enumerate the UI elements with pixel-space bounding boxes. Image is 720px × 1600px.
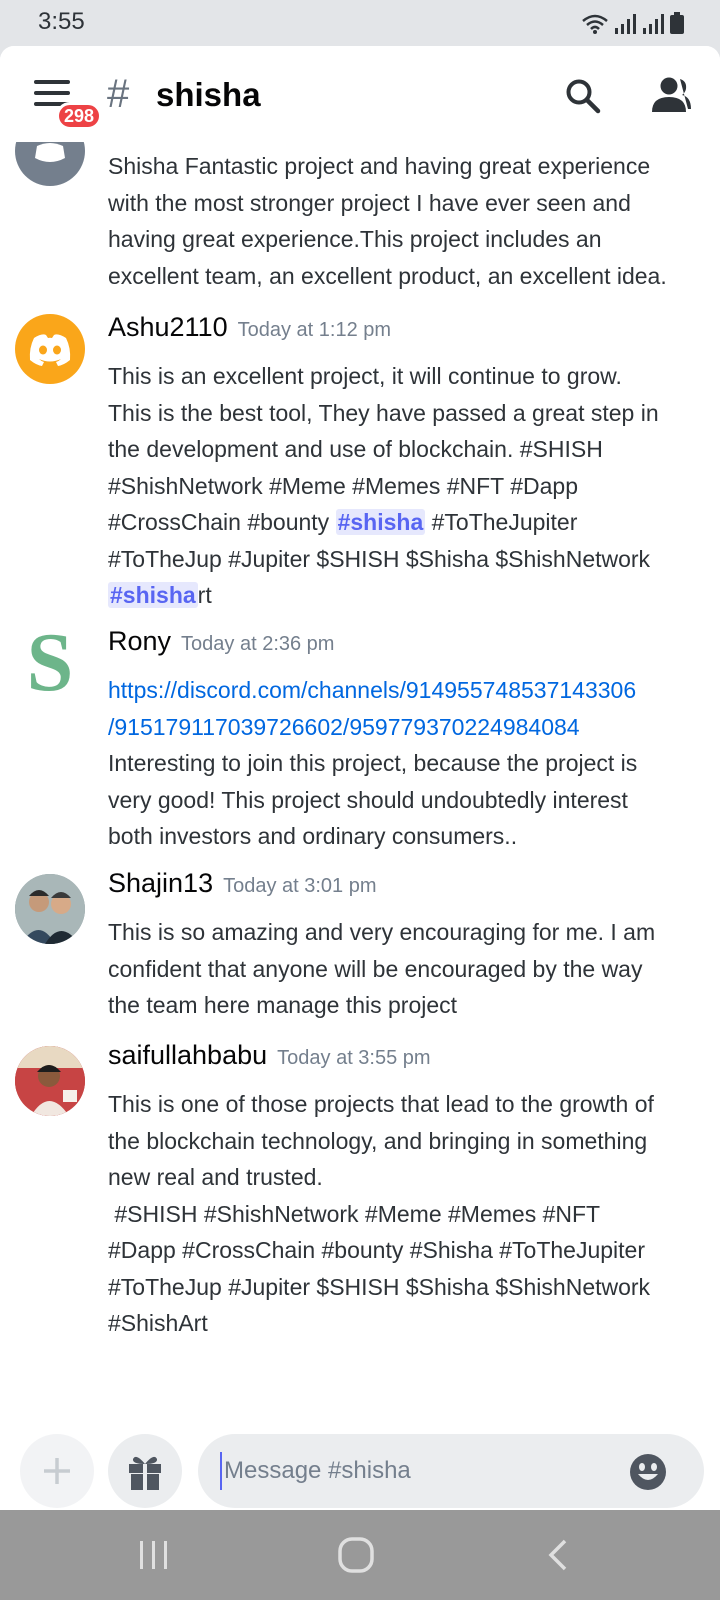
menu-bar <box>34 80 70 84</box>
plus-icon <box>44 1458 70 1484</box>
text-segment: #CrossChain #bounty <box>108 509 336 535</box>
status-icons <box>582 12 684 34</box>
message-body: Rony Today at 2:36 pm https://discord.com… <box>108 626 704 855</box>
message-line: #SHISH #ShishNetwork #Meme #Memes #NFT <box>108 1200 601 1227</box>
status-bar: 3:55 <box>0 0 720 46</box>
hashtag-mention[interactable]: #shisha <box>108 582 198 608</box>
message-input-container <box>198 1434 704 1508</box>
text-segment: rt <box>197 582 212 608</box>
home-button[interactable] <box>326 1532 386 1578</box>
message-header: saifullahbabu Today at 3:55 pm <box>108 1040 704 1086</box>
channel-title[interactable]: shisha <box>156 76 261 114</box>
signal-icon <box>615 14 636 34</box>
text-segment: #ToTheJupiter <box>425 509 578 535</box>
wifi-icon <box>582 14 608 34</box>
system-nav-bar <box>0 1510 720 1600</box>
message-line: with the most stronger project I have ev… <box>108 189 631 216</box>
message-line: the team here manage this project <box>108 992 458 1018</box>
message-line: #ToTheJup #Jupiter $SHISH $Shisha $Shish… <box>108 545 651 572</box>
message-header: Ashu2110 Today at 1:12 pm <box>108 312 704 358</box>
app-window: Shisha Fantastic project and having grea… <box>0 46 720 1510</box>
discord-logo-icon <box>29 334 71 366</box>
message-header: Rony Today at 2:36 pm <box>108 626 704 672</box>
message-body: saifullahbabu Today at 3:55 pm This is on… <box>108 1040 704 1342</box>
message-line: #ToTheJup #Jupiter $SHISH $Shisha $Shish… <box>108 1273 651 1300</box>
message-body: Shisha Fantastic project and having grea… <box>108 148 704 294</box>
home-icon <box>338 1537 374 1573</box>
message-line: having great experience.This project inc… <box>108 226 602 252</box>
message-line: #shishart <box>108 577 704 614</box>
message-line: both investors and ordinary consumers.. <box>108 823 518 849</box>
timestamp: Today at 1:12 pm <box>237 319 392 341</box>
message-composer <box>0 1408 720 1510</box>
emoji-icon[interactable] <box>628 1452 668 1492</box>
message-body: Ashu2110 Today at 1:12 pm This is an exce… <box>108 312 704 614</box>
message-line: confident that anyone will be encouraged… <box>108 955 643 982</box>
message-input[interactable] <box>220 1452 620 1490</box>
back-button[interactable] <box>528 1532 588 1578</box>
message-line: #ShishArt <box>108 1310 208 1336</box>
search-icon[interactable] <box>565 78 601 114</box>
message-line: This is an excellent project, it will co… <box>108 363 622 389</box>
message-line: Shisha Fantastic project and having grea… <box>108 153 651 179</box>
unread-badge: 298 <box>56 102 103 130</box>
recent-apps-icon <box>140 1541 167 1569</box>
avatar[interactable] <box>15 314 85 384</box>
status-time: 3:55 <box>38 8 85 35</box>
message-line: #Dapp #CrossChain #bounty #Shisha #ToThe… <box>108 1237 645 1263</box>
username[interactable]: Rony <box>108 626 171 656</box>
avatar-letter: S <box>26 628 74 698</box>
gift-button[interactable] <box>108 1434 182 1508</box>
avatar[interactable]: S <box>15 628 85 698</box>
timestamp: Today at 2:36 pm <box>181 633 335 655</box>
profile-photo-icon <box>15 1046 85 1116</box>
timestamp: Today at 3:55 pm <box>277 1047 431 1069</box>
channel-hash-icon: # <box>107 72 130 116</box>
attach-button[interactable] <box>20 1434 94 1508</box>
hashtag-mention[interactable]: #shisha <box>335 509 426 535</box>
message-line: new real and trusted. <box>108 1164 323 1190</box>
username[interactable]: Ashu2110 <box>108 312 228 342</box>
timestamp: Today at 3:01 pm <box>223 875 377 897</box>
recent-apps-button[interactable] <box>124 1532 184 1578</box>
message-list[interactable]: Shisha Fantastic project and having grea… <box>0 46 720 1366</box>
message-line: Interesting to join this project, becaus… <box>108 750 638 776</box>
message-line: very good! This project should undoubted… <box>108 786 628 813</box>
username[interactable]: Shajin13 <box>108 868 213 898</box>
message-line: This is so amazing and very encouraging … <box>108 919 656 945</box>
menu-bar <box>34 91 70 95</box>
message-line: #CrossChain #bounty #shisha #ToTheJupite… <box>108 504 704 541</box>
gift-icon <box>129 1456 161 1490</box>
battery-icon <box>670 12 684 34</box>
members-icon[interactable] <box>650 76 692 114</box>
channel-header: 298 # shisha <box>0 46 720 142</box>
profile-photo-icon <box>15 874 85 944</box>
message-link[interactable]: /915179117039726602/959779370224984084 <box>108 709 704 746</box>
message-line: This is one of those projects that lead … <box>108 1091 654 1117</box>
avatar[interactable] <box>15 1046 85 1116</box>
signal-icon-2 <box>643 14 664 34</box>
message-line: excellent team, an excellent product, an… <box>108 262 667 289</box>
avatar[interactable] <box>15 874 85 944</box>
message-body: Shajin13 Today at 3:01 pm This is so amaz… <box>108 868 704 1024</box>
back-icon <box>548 1539 567 1571</box>
message-header: Shajin13 Today at 3:01 pm <box>108 868 704 914</box>
message-line: the blockchain technology, and bringing … <box>108 1127 648 1154</box>
username[interactable]: saifullahbabu <box>108 1040 267 1070</box>
message-link[interactable]: https://discord.com/channels/91495574853… <box>108 672 704 709</box>
message-line: This is the best tool, They have passed … <box>108 399 659 426</box>
message-line: the development and use of blockchain. #… <box>108 436 603 462</box>
message-line: #ShishNetwork #Meme #Memes #NFT #Dapp <box>108 472 578 499</box>
